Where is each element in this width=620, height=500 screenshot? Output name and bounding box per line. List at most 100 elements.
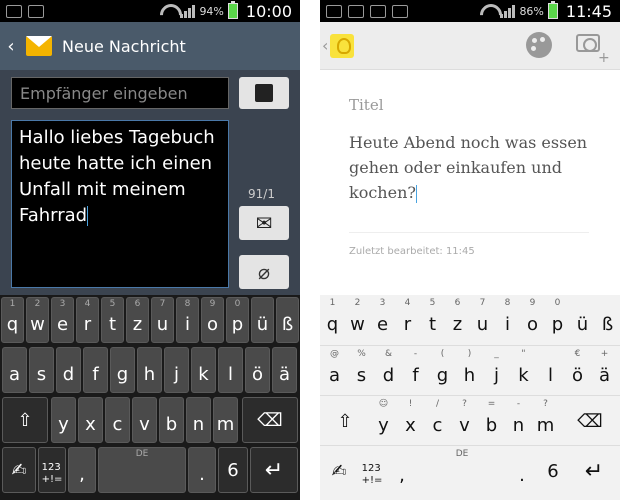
key-3[interactable]: 4r (396, 297, 419, 343)
key-row3-5[interactable]: n (186, 397, 211, 443)
key-row2-10[interactable]: + ä (592, 348, 617, 394)
key-2[interactable]: 3e (371, 297, 394, 343)
space-key[interactable]: DE (98, 447, 186, 493)
key-row2-10[interactable]: ä (272, 347, 297, 393)
key-row2-9[interactable]: ö (245, 347, 270, 393)
backspace-key[interactable]: ⌫ (562, 398, 618, 444)
enter-key[interactable]: ↵ (250, 447, 298, 493)
backspace-key[interactable]: ⌫ (242, 397, 298, 443)
key-7[interactable]: 8i (176, 297, 199, 343)
key-8[interactable]: 9o (201, 297, 224, 343)
key-row3-6[interactable]: ? m (533, 398, 558, 444)
key-row2-8[interactable]: l (218, 347, 243, 393)
key-row2-1[interactable]: % s (349, 348, 374, 394)
key-hint: + (600, 349, 609, 359)
key-row2-5[interactable]: ) h (457, 348, 482, 394)
key-row3-2[interactable]: c (105, 397, 130, 443)
shift-key[interactable]: ⇧ (322, 398, 368, 444)
key-row3-5[interactable]: -n (506, 398, 531, 444)
key-7[interactable]: 8i (496, 297, 519, 343)
note-title[interactable]: Titel (349, 96, 384, 114)
key-label: v (459, 414, 470, 436)
key-1[interactable]: 2w (346, 297, 369, 343)
key-5[interactable]: 6z (126, 297, 149, 343)
key-row3-3[interactable]: v (132, 397, 157, 443)
comma-key[interactable]: , (68, 447, 96, 493)
key-row2-7[interactable]: " k (511, 348, 536, 394)
dragon-key[interactable]: 6 (218, 447, 248, 493)
key-row2-0[interactable]: @ a (322, 348, 347, 394)
key-row3-0[interactable]: y (51, 397, 76, 443)
key-4[interactable]: 5t (101, 297, 124, 343)
key-10[interactable]: ü (571, 297, 594, 343)
key-row2-2[interactable]: & d (376, 348, 401, 394)
send-button[interactable]: ✉ (239, 206, 289, 240)
comma-key[interactable]: , (388, 448, 416, 494)
key-hint: 9 (209, 299, 216, 309)
key-0[interactable]: 1q (1, 297, 24, 343)
palette-icon[interactable] (526, 32, 552, 58)
key-row2-8[interactable]: l (538, 348, 563, 394)
key-6[interactable]: 7u (471, 297, 494, 343)
key-2[interactable]: 3e (51, 297, 74, 343)
key-0[interactable]: 1q (321, 297, 344, 343)
period-key[interactable]: . (508, 448, 536, 494)
numbers-key[interactable]: 123 +!= (38, 447, 66, 493)
key-8[interactable]: 9o (521, 297, 544, 343)
attach-button[interactable]: ⌀ (239, 255, 289, 289)
dragon-key[interactable]: 6 (538, 448, 568, 494)
key-row2-6[interactable]: _ j (484, 348, 509, 394)
key-label: x (405, 414, 416, 436)
key-4[interactable]: 5t (421, 297, 444, 343)
key-11[interactable]: ß (276, 297, 299, 343)
key-row2-3[interactable]: -f (403, 348, 428, 394)
note-editor[interactable]: Titel Heute Abend noch was essen gehen o… (320, 70, 620, 295)
shift-key[interactable]: ⇧ (2, 397, 48, 443)
key-9[interactable]: 0p (546, 297, 569, 343)
play-store-icon (392, 4, 408, 18)
key-row2-1[interactable]: s (29, 347, 54, 393)
key-row3-2[interactable]: / c (425, 398, 450, 444)
key-row2-7[interactable]: k (191, 347, 216, 393)
key-row2-5[interactable]: h (137, 347, 162, 393)
key-10[interactable]: ü (251, 297, 274, 343)
key-row2-3[interactable]: f (83, 347, 108, 393)
key-hint: 8 (184, 299, 191, 309)
back-icon[interactable]: ‹ (322, 36, 328, 55)
key-11[interactable]: ß (596, 297, 619, 343)
key-row3-0[interactable]: ☺ y (371, 398, 396, 444)
key-row3-3[interactable]: ? v (452, 398, 477, 444)
space-key[interactable]: DE (418, 448, 506, 494)
back-icon[interactable]: ‹ (2, 36, 20, 57)
key-row2-4[interactable]: (g (430, 348, 455, 394)
note-body[interactable]: Heute Abend noch was essen gehen oder ei… (349, 130, 599, 205)
key-row2-2[interactable]: d (56, 347, 81, 393)
enter-key[interactable]: ↵ (570, 448, 618, 494)
keep-bulb-icon[interactable] (330, 33, 355, 58)
message-input[interactable]: Hallo liebes Tagebuch heute hatte ich ei… (11, 120, 229, 288)
key-label: ö (251, 363, 263, 385)
key-row3-1[interactable]: ! x (398, 398, 423, 444)
key-row2-6[interactable]: j (164, 347, 189, 393)
swype-key[interactable]: ✍ (322, 448, 356, 494)
swype-key[interactable]: ✍ (2, 447, 36, 493)
key-3[interactable]: 4r (76, 297, 99, 343)
key-row3-4[interactable]: = b (479, 398, 504, 444)
key-row3-4[interactable]: b (159, 397, 184, 443)
contacts-button[interactable] (239, 77, 289, 109)
key-9[interactable]: 0p (226, 297, 249, 343)
key-1[interactable]: 2w (26, 297, 49, 343)
key-label: ß (601, 313, 614, 335)
camera-icon[interactable] (576, 34, 600, 52)
key-row3-6[interactable]: m (213, 397, 238, 443)
key-row2-4[interactable]: g (110, 347, 135, 393)
key-row3-1[interactable]: x (78, 397, 103, 443)
numbers-key[interactable]: 123 +!= (358, 448, 386, 494)
key-row2-0[interactable]: a (2, 347, 27, 393)
key-row2-9[interactable]: € ö (565, 348, 590, 394)
period-key[interactable]: . (188, 447, 216, 493)
key-5[interactable]: 6z (446, 297, 469, 343)
recipient-input[interactable]: Empfänger eingeben (11, 77, 229, 109)
last-edited: Zuletzt bearbeitet: 11:45 (349, 246, 475, 257)
key-6[interactable]: 7u (151, 297, 174, 343)
